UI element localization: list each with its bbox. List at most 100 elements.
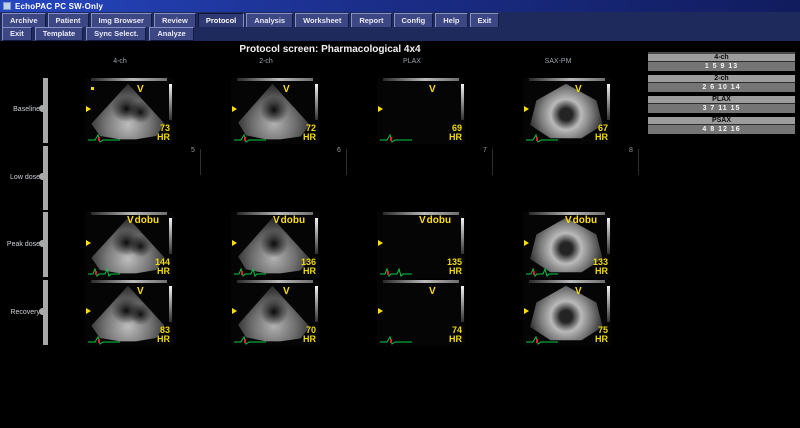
view-group-4ch[interactable]: 4-ch 1 5 9 13 bbox=[648, 54, 795, 71]
caliper-arrow-icon bbox=[524, 240, 529, 246]
grayscale-bar bbox=[607, 218, 610, 254]
heart-rate-readout: 83 HR bbox=[157, 326, 170, 344]
caliper-arrow-icon bbox=[524, 308, 529, 314]
heart-rate-readout: 133 HR bbox=[593, 258, 608, 276]
cell-low-dose-plax-empty[interactable]: 7 bbox=[377, 146, 522, 213]
ecg-trace-icon bbox=[525, 335, 559, 345]
annotation-mark-icon bbox=[91, 87, 94, 90]
stage-label-dobu: dobu bbox=[573, 215, 597, 226]
ultrasound-thumbnail[interactable]: V 75 HR bbox=[523, 280, 611, 346]
view-group-plax[interactable]: PLAX 3 7 11 15 bbox=[648, 96, 795, 113]
ultrasound-sector bbox=[235, 284, 313, 342]
caliper-arrow-icon bbox=[378, 308, 383, 314]
cell-recovery-4ch[interactable]: V 83 HR bbox=[85, 280, 230, 347]
ecg-trace-icon bbox=[525, 133, 559, 143]
heart-rate-readout: 74 HR bbox=[449, 326, 462, 344]
tab-help[interactable]: Help bbox=[435, 13, 467, 27]
sync-select-button[interactable]: Sync Select. bbox=[86, 27, 146, 41]
view-group-psax[interactable]: PSAX 4 8 12 16 bbox=[648, 117, 795, 134]
tab-report[interactable]: Report bbox=[351, 13, 391, 27]
cell-low-dose-4ch-empty[interactable]: 5 bbox=[85, 146, 230, 213]
clip-number: 7 bbox=[483, 147, 487, 154]
view-group-clip-numbers: 2 6 10 14 bbox=[648, 82, 795, 92]
ultrasound-thumbnail[interactable]: V 74 HR bbox=[377, 280, 465, 346]
caliper-arrow-icon bbox=[86, 240, 91, 246]
ultrasound-thumbnail[interactable]: V 83 HR bbox=[85, 280, 173, 346]
cycle-select-marker: V bbox=[283, 84, 290, 95]
template-button[interactable]: Template bbox=[35, 27, 83, 41]
protocol-toolbar: Exit Template Sync Select. Analyze bbox=[0, 27, 800, 41]
tab-archive[interactable]: Archive bbox=[2, 13, 46, 27]
grayscale-strip-top bbox=[91, 280, 167, 283]
cell-low-dose-2ch-empty[interactable]: 6 bbox=[231, 146, 376, 213]
stage-pointer-low-dose bbox=[39, 173, 44, 180]
cell-baseline-plax[interactable]: V 69 HR bbox=[377, 78, 522, 145]
view-group-2ch[interactable]: 2-ch 2 6 10 14 bbox=[648, 75, 795, 92]
cell-baseline-2ch[interactable]: V 72 HR bbox=[231, 78, 376, 145]
stage-pointer-baseline bbox=[39, 105, 44, 112]
cell-recovery-2ch[interactable]: V 70 HR bbox=[231, 280, 376, 347]
caliper-arrow-icon bbox=[378, 106, 383, 112]
cell-peak-dose-plax[interactable]: 135 HR Vdobu bbox=[377, 212, 522, 279]
cell-peak-dose-saxpm[interactable]: 133 HR Vdobu bbox=[523, 212, 668, 279]
heart-rate-readout: 75 HR bbox=[595, 326, 608, 344]
window-titlebar[interactable]: EchoPAC PC SW-Only bbox=[0, 0, 800, 12]
ecg-trace-icon bbox=[379, 133, 413, 143]
tab-config[interactable]: Config bbox=[394, 13, 434, 27]
ultrasound-thumbnail[interactable]: V 73 HR bbox=[85, 78, 173, 144]
ecg-trace-icon bbox=[525, 267, 559, 277]
grayscale-bar bbox=[607, 286, 610, 322]
cell-baseline-4ch[interactable]: V 73 HR bbox=[85, 78, 230, 145]
ultrasound-thumbnail[interactable]: V 69 HR bbox=[377, 78, 465, 144]
stage-overlay: Vdobu bbox=[565, 210, 597, 228]
cycle-select-marker: V bbox=[137, 286, 144, 297]
view-group-label: 4-ch bbox=[648, 54, 795, 61]
view-group-label: PSAX bbox=[648, 117, 795, 124]
clip-number: 5 bbox=[191, 147, 195, 154]
cell-recovery-plax[interactable]: V 74 HR bbox=[377, 280, 522, 347]
cell-recovery-saxpm[interactable]: V 75 HR bbox=[523, 280, 668, 347]
grayscale-bar bbox=[169, 286, 172, 322]
grayscale-bar bbox=[169, 218, 172, 254]
view-assignment-panel: 4-ch 1 5 9 13 2-ch 2 6 10 14 PLAX 3 7 11… bbox=[648, 52, 795, 138]
cell-peak-dose-2ch[interactable]: 136 HR Vdobu bbox=[231, 212, 376, 279]
cell-low-dose-saxpm-empty[interactable]: 8 bbox=[523, 146, 668, 213]
column-header-2ch: 2-ch bbox=[231, 58, 301, 65]
tab-patient[interactable]: Patient bbox=[48, 13, 89, 27]
grayscale-bar bbox=[607, 84, 610, 120]
ecg-trace-icon bbox=[87, 133, 121, 143]
clip-number: 6 bbox=[337, 147, 341, 154]
ecg-trace-icon bbox=[87, 267, 121, 277]
ultrasound-sector bbox=[381, 284, 459, 342]
tab-worksheet[interactable]: Worksheet bbox=[295, 13, 349, 27]
cell-peak-dose-4ch[interactable]: 144 HR Vdobu bbox=[85, 212, 230, 279]
caliper-arrow-icon bbox=[232, 240, 237, 246]
column-header-4ch: 4-ch bbox=[85, 58, 155, 65]
tab-review[interactable]: Review bbox=[154, 13, 196, 27]
ultrasound-thumbnail[interactable]: V 67 HR bbox=[523, 78, 611, 144]
tab-analysis[interactable]: Analysis bbox=[246, 13, 293, 27]
ultrasound-sector bbox=[527, 284, 605, 342]
heart-rate-readout: 67 HR bbox=[595, 124, 608, 142]
ultrasound-sector bbox=[235, 82, 313, 140]
cycle-select-marker: V bbox=[575, 286, 582, 297]
grayscale-bar bbox=[461, 286, 464, 322]
heart-rate-readout: 136 HR bbox=[301, 258, 316, 276]
heart-rate-readout: 135 HR bbox=[447, 258, 462, 276]
view-group-label: 2-ch bbox=[648, 75, 795, 82]
view-group-clip-numbers: 4 8 12 16 bbox=[648, 124, 795, 134]
analyze-button[interactable]: Analyze bbox=[149, 27, 193, 41]
tab-exit[interactable]: Exit bbox=[470, 13, 500, 27]
tab-protocol[interactable]: Protocol bbox=[198, 13, 244, 27]
cell-baseline-saxpm[interactable]: V 67 HR bbox=[523, 78, 668, 145]
grayscale-strip-top bbox=[237, 78, 313, 81]
window-title: EchoPAC PC SW-Only bbox=[15, 2, 103, 11]
cycle-select-marker: V bbox=[283, 286, 290, 297]
ultrasound-thumbnail[interactable]: V 70 HR bbox=[231, 280, 319, 346]
caliper-arrow-icon bbox=[232, 106, 237, 112]
exit-button[interactable]: Exit bbox=[2, 27, 32, 41]
ultrasound-thumbnail[interactable]: V 72 HR bbox=[231, 78, 319, 144]
tab-img-browser[interactable]: Img Browser bbox=[91, 13, 152, 27]
caliper-arrow-icon bbox=[86, 106, 91, 112]
grayscale-strip-top bbox=[529, 280, 605, 283]
